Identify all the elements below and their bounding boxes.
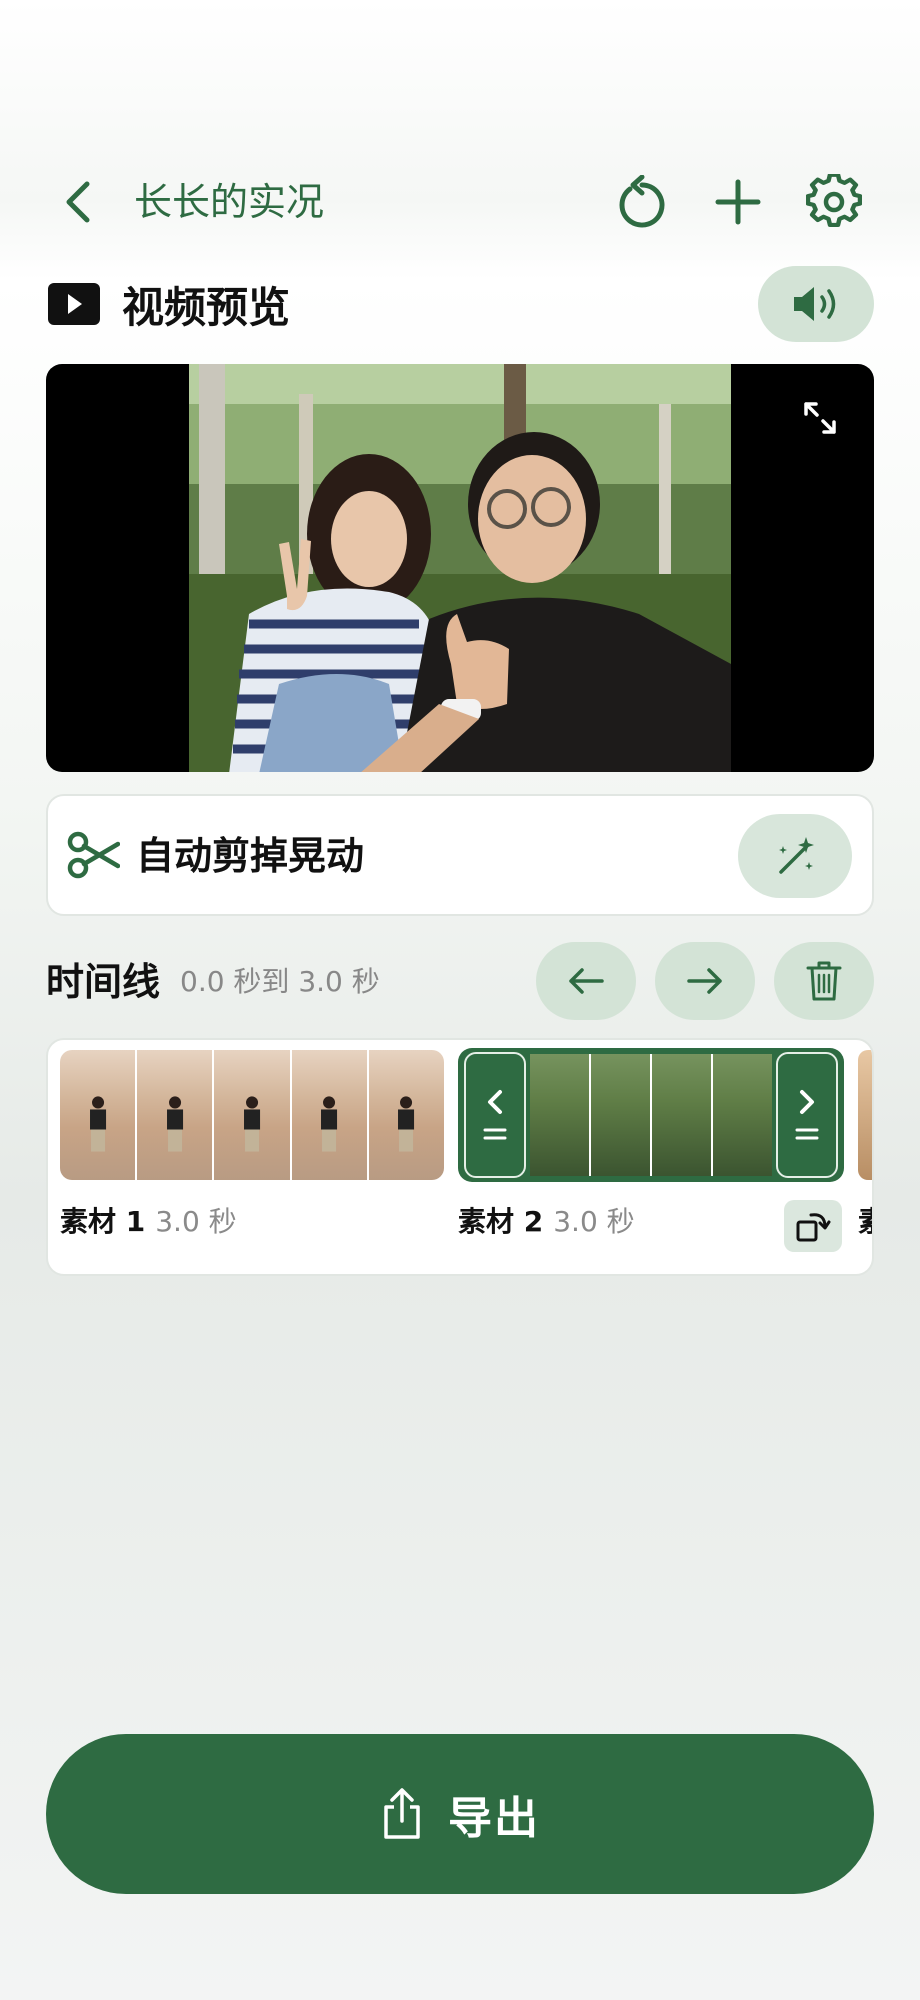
grip-icon bbox=[795, 1128, 819, 1140]
thumbnail bbox=[214, 1050, 292, 1180]
sound-toggle-button[interactable] bbox=[758, 266, 874, 342]
add-button[interactable] bbox=[706, 170, 770, 234]
grip-icon bbox=[483, 1128, 507, 1140]
thumbnail bbox=[137, 1050, 215, 1180]
thumbnail bbox=[60, 1050, 138, 1180]
expand-icon[interactable] bbox=[800, 398, 840, 438]
clip-2-thumbnails bbox=[530, 1054, 772, 1176]
delete-button[interactable] bbox=[774, 942, 874, 1020]
auto-cut-button[interactable] bbox=[738, 814, 852, 898]
arrow-right-icon bbox=[687, 968, 722, 994]
video-preview[interactable] bbox=[46, 364, 874, 772]
trash-icon bbox=[806, 961, 842, 1001]
speaker-icon bbox=[794, 287, 836, 321]
top-bar: 长长的实况 bbox=[0, 150, 920, 250]
gear-icon bbox=[806, 174, 862, 228]
auto-cut-card[interactable]: 自动剪掉晃动 bbox=[46, 794, 874, 916]
back-button[interactable] bbox=[48, 172, 108, 232]
rotate-icon bbox=[796, 1213, 831, 1242]
thumbnail bbox=[291, 1050, 369, 1180]
settings-button[interactable] bbox=[802, 170, 866, 234]
play-icon bbox=[48, 283, 100, 325]
trim-handle-right[interactable] bbox=[776, 1052, 838, 1178]
clip-2-name: 素材 2 bbox=[458, 1205, 544, 1238]
video-frame bbox=[189, 364, 731, 772]
thumbnail bbox=[591, 1054, 652, 1176]
rotate-button[interactable] bbox=[784, 1200, 842, 1252]
thumbnail bbox=[652, 1054, 713, 1176]
timeline-range: 0.0 秒到 3.0 秒 bbox=[180, 965, 380, 998]
trim-handle-left[interactable] bbox=[464, 1052, 526, 1178]
chevron-left-icon bbox=[66, 181, 90, 223]
clip-2-selected[interactable] bbox=[458, 1048, 844, 1182]
magic-wand-icon bbox=[779, 837, 814, 874]
scissors-icon bbox=[67, 831, 120, 879]
thumbnail bbox=[530, 1054, 591, 1176]
move-right-button[interactable] bbox=[655, 942, 755, 1020]
clip-2-duration: 3.0 秒 bbox=[553, 1205, 635, 1238]
export-button[interactable]: 导出 bbox=[46, 1734, 874, 1894]
preview-section-title: 视频预览 bbox=[48, 272, 290, 336]
thumbnail bbox=[713, 1054, 772, 1176]
thumbnail bbox=[368, 1050, 444, 1180]
undo-button[interactable] bbox=[610, 170, 674, 234]
arrow-left-icon bbox=[569, 968, 604, 994]
clip-2-label: 素材 2 3.0 秒 bbox=[458, 1202, 635, 1242]
page-title: 长长的实况 bbox=[134, 180, 325, 224]
chevron-right-icon bbox=[800, 1090, 814, 1114]
export-label: 导出 bbox=[448, 1793, 540, 1844]
clip-1-name: 素材 1 bbox=[60, 1205, 146, 1238]
move-left-button[interactable] bbox=[536, 942, 636, 1020]
chevron-left-icon bbox=[488, 1090, 502, 1114]
clip-1-duration: 3.0 秒 bbox=[155, 1205, 237, 1238]
auto-cut-label: 自动剪掉晃动 bbox=[136, 834, 365, 878]
timeline-strip[interactable]: 素材 1 3.0 秒 素材 2 3.0 秒 素 bbox=[46, 1038, 874, 1276]
share-icon bbox=[384, 1788, 420, 1839]
preview-label: 视频预览 bbox=[122, 282, 291, 332]
clip-1-thumbnails[interactable] bbox=[60, 1050, 444, 1180]
clip-3-label: 素 bbox=[858, 1202, 872, 1242]
undo-icon bbox=[619, 175, 665, 228]
clip-1-label: 素材 1 3.0 秒 bbox=[60, 1202, 237, 1242]
plus-icon bbox=[715, 179, 761, 225]
timeline-title: 时间线 bbox=[46, 960, 161, 1004]
clip-3-thumbnail[interactable] bbox=[858, 1050, 872, 1180]
